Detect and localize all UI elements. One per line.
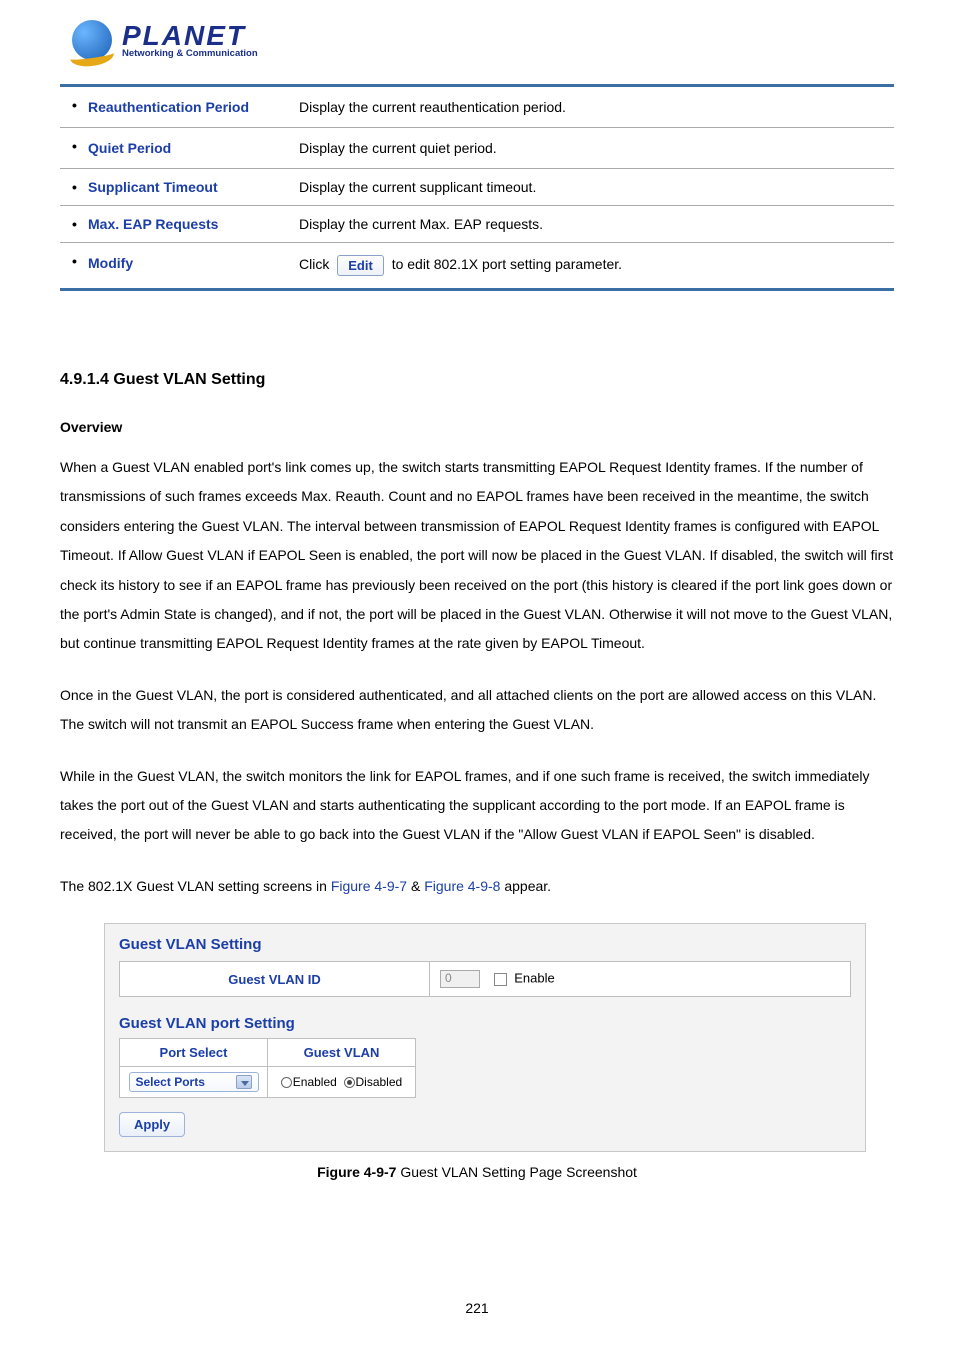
figure-link-497[interactable]: Figure 4-9-7 — [331, 878, 407, 894]
row-label: Quiet Period — [60, 128, 285, 169]
figure-caption: Figure 4-9-7 Guest VLAN Setting Page Scr… — [60, 1164, 894, 1180]
overview-para-3: While in the Guest VLAN, the switch moni… — [60, 762, 894, 850]
modify-suffix: to edit 802.1X port setting parameter. — [392, 256, 622, 272]
radio-disabled-label: Disabled — [356, 1075, 403, 1089]
overview-para-2: Once in the Guest VLAN, the port is cons… — [60, 681, 894, 740]
refs-prefix: The 802.1X Guest VLAN setting screens in — [60, 878, 331, 894]
guest-vlan-radio-cell: Enabled Disabled — [268, 1067, 416, 1098]
row-label: Reauthentication Period — [60, 86, 285, 128]
col-guest-vlan: Guest VLAN — [268, 1039, 416, 1067]
brand-tagline: Networking & Communication — [122, 48, 258, 59]
row-value: Click Edit to edit 802.1X port setting p… — [285, 243, 894, 290]
figure-refs: The 802.1X Guest VLAN setting screens in… — [60, 872, 894, 901]
parameter-table: Reauthentication Period Display the curr… — [60, 84, 894, 291]
figure-text: Guest VLAN Setting Page Screenshot — [396, 1164, 636, 1180]
figure-number: Figure 4-9-7 — [317, 1164, 396, 1180]
guest-vlan-id-input[interactable]: 0 — [440, 970, 480, 988]
brand-name: PLANET — [122, 23, 258, 48]
enable-checkbox[interactable] — [494, 973, 507, 986]
globe-icon — [70, 18, 116, 64]
overview-para-1: When a Guest VLAN enabled port's link co… — [60, 453, 894, 659]
row-value: Display the current Max. EAP requests. — [285, 206, 894, 243]
row-label: Supplicant Timeout — [60, 169, 285, 206]
apply-button[interactable]: Apply — [119, 1112, 185, 1137]
guest-vlan-id-cell: 0 Enable — [430, 962, 851, 997]
guest-vlan-id-table: Guest VLAN ID 0 Enable — [119, 961, 851, 997]
radio-enabled-label: Enabled — [293, 1075, 337, 1089]
panel-title-guest-vlan-setting: Guest VLAN Setting — [119, 936, 851, 953]
row-value: Display the current supplicant timeout. — [285, 169, 894, 206]
guest-vlan-panel: Guest VLAN Setting Guest VLAN ID 0 Enabl… — [104, 923, 866, 1152]
page-number: 221 — [0, 1300, 954, 1316]
enable-label: Enable — [514, 971, 554, 986]
select-ports-label: Select Ports — [136, 1075, 205, 1089]
brand-logo: PLANET Networking & Communication — [70, 18, 894, 64]
panel-title-guest-vlan-port: Guest VLAN port Setting — [119, 1015, 851, 1032]
radio-enabled[interactable] — [281, 1077, 292, 1088]
select-ports-dropdown[interactable]: Select Ports — [129, 1072, 259, 1092]
refs-mid: & — [407, 878, 424, 894]
chevron-down-icon — [236, 1075, 252, 1089]
refs-suffix: appear. — [500, 878, 551, 894]
edit-button[interactable]: Edit — [337, 255, 384, 276]
guest-vlan-id-label: Guest VLAN ID — [120, 962, 430, 997]
radio-disabled[interactable] — [344, 1077, 355, 1088]
section-heading: 4.9.1.4 Guest VLAN Setting — [60, 371, 894, 389]
row-label: Max. EAP Requests — [60, 206, 285, 243]
row-value: Display the current quiet period. — [285, 128, 894, 169]
figure-link-498[interactable]: Figure 4-9-8 — [424, 878, 500, 894]
guest-vlan-port-table: Port Select Guest VLAN Select Ports Enab… — [119, 1038, 416, 1098]
overview-heading: Overview — [60, 419, 894, 435]
port-select-cell: Select Ports — [120, 1067, 268, 1098]
col-port-select: Port Select — [120, 1039, 268, 1067]
row-label: Modify — [60, 243, 285, 290]
row-value: Display the current reauthentication per… — [285, 86, 894, 128]
modify-prefix: Click — [299, 256, 329, 272]
